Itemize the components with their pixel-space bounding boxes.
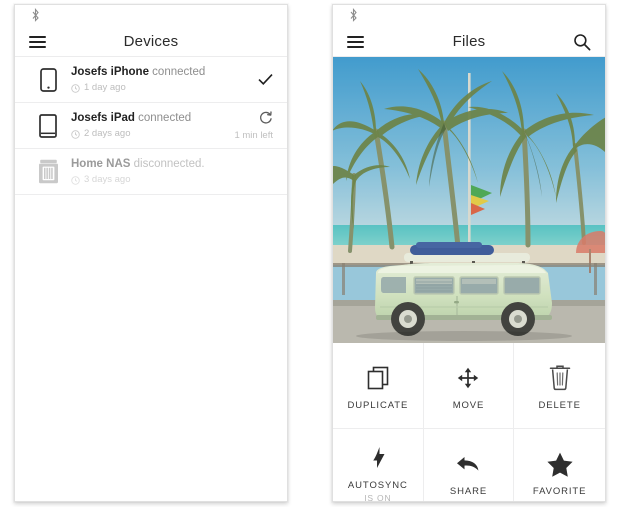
autosync-button[interactable]: AUTOSYNC IS ON [333,429,424,502]
device-state: connected [138,112,192,124]
file-preview-image[interactable] [333,57,605,343]
screenshot-root: Devices Josefs iPhone connected 1 day ag… [0,0,620,507]
device-state: connected [152,66,206,78]
search-icon[interactable] [573,33,591,51]
device-title: Josefs iPhone connected [71,65,227,80]
duplicate-icon [365,361,391,395]
autosync-bolt-icon [368,441,388,475]
device-time: 2 days ago [71,128,227,140]
device-title: Home NAS disconnected. [71,157,227,172]
device-time: 1 day ago [71,82,227,94]
share-arrow-icon [455,447,481,481]
share-label: SHARE [449,486,488,497]
nas-server-icon [31,159,65,184]
page-title: Files [452,33,486,50]
bluetooth-icon [349,7,358,28]
device-time-label: 3 days ago [84,174,131,185]
device-row[interactable]: Home NAS disconnected. 3 days ago [15,149,287,195]
device-status: 1 min left [227,110,273,141]
device-info: Home NAS disconnected. 3 days ago [65,157,227,186]
sync-refresh-icon[interactable] [258,110,273,125]
device-title: Josefs iPad connected [71,111,227,126]
duplicate-button[interactable]: DUPLICATE [333,343,424,429]
device-name: Josefs iPad [71,112,135,124]
devices-appbar: Devices [15,27,287,57]
file-actions-grid: DUPLICATE MOVE DELETE AUTOSYNC IS ON SHA… [333,343,605,502]
phone-icon [31,67,65,92]
clock-icon [71,83,80,93]
device-name: Josefs iPhone [71,66,149,78]
device-status [227,73,273,86]
hamburger-menu-icon[interactable] [29,35,46,48]
device-info: Josefs iPhone connected 1 day ago [65,65,227,94]
favorite-star-icon [546,447,574,481]
clock-icon [71,129,80,139]
device-list: Josefs iPhone connected 1 day ago Josefs… [15,57,287,195]
device-info: Josefs iPad connected 2 days ago [65,111,227,140]
device-time-label: 2 days ago [84,128,131,139]
clock-icon [71,175,80,185]
hamburger-menu-icon[interactable] [347,35,364,48]
devices-panel: Devices Josefs iPhone connected 1 day ag… [14,4,288,502]
files-statusbar [333,5,605,27]
files-panel: Files DUPLICATE MOVE DELETE AUTOSYNC IS … [332,4,606,502]
device-time: 3 days ago [71,174,227,186]
page-title: Devices [123,33,179,50]
device-eta: 1 min left [234,130,273,141]
device-row[interactable]: Josefs iPad connected 2 days ago 1 min l… [15,103,287,149]
move-button[interactable]: MOVE [423,343,515,429]
favorite-button[interactable]: FAVORITE [514,429,605,501]
bluetooth-icon [31,7,40,28]
device-row[interactable]: Josefs iPhone connected 1 day ago [15,57,287,103]
beach-van-photo [333,57,605,343]
favorite-label: FAVORITE [532,486,587,497]
files-appbar: Files [333,27,605,57]
tablet-icon [31,113,65,138]
share-button[interactable]: SHARE [423,429,515,501]
device-name: Home NAS [71,158,131,170]
move-label: MOVE [452,399,485,411]
delete-label: DELETE [538,399,581,411]
autosync-label: AUTOSYNC [347,480,408,491]
check-icon [258,74,273,85]
device-state: disconnected. [133,158,205,170]
autosync-status: IS ON [364,493,392,502]
move-arrows-icon [455,361,481,395]
trash-delete-icon [548,361,572,395]
duplicate-label: DUPLICATE [347,399,409,411]
device-time-label: 1 day ago [84,82,126,93]
devices-statusbar [15,5,287,27]
delete-button[interactable]: DELETE [514,343,605,429]
